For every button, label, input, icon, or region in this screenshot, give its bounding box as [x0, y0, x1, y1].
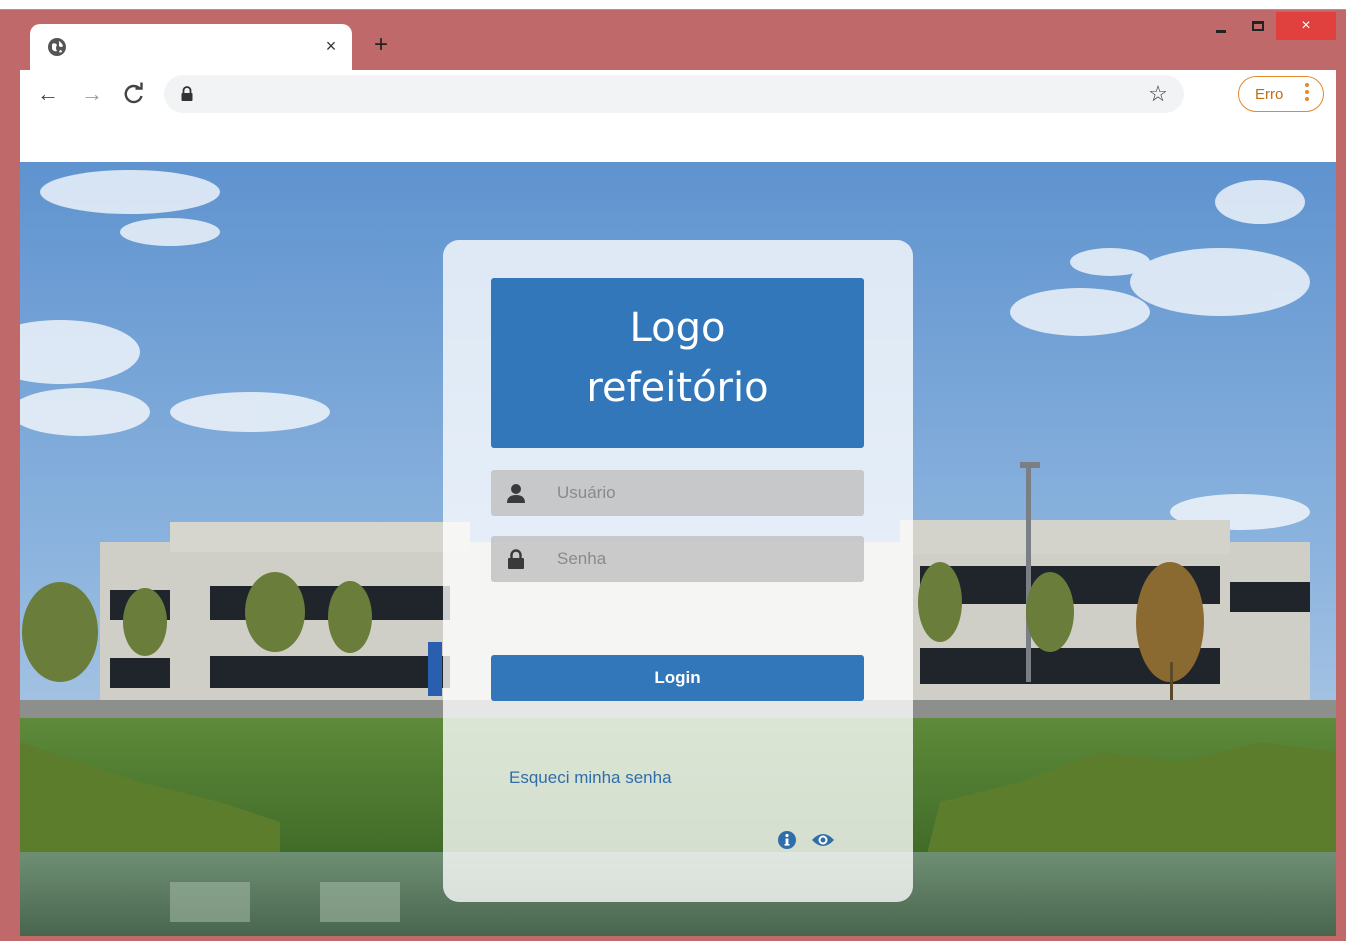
tab-close-button[interactable]: ×: [320, 35, 342, 57]
password-input[interactable]: [557, 536, 847, 582]
password-field[interactable]: [491, 536, 864, 582]
logo-line-2: refeitório: [586, 365, 769, 411]
username-field[interactable]: [491, 470, 864, 516]
lock-icon: [508, 549, 524, 569]
login-card: Logo refeitório Login Esqueci minha senh…: [443, 240, 913, 902]
user-icon: [507, 484, 525, 503]
page-viewport: Logo refeitório Login Esqueci minha senh…: [20, 162, 1336, 936]
lock-icon: [181, 86, 193, 101]
login-button[interactable]: Login: [491, 655, 864, 701]
reload-button[interactable]: [120, 80, 148, 108]
error-chip-button[interactable]: Erro: [1238, 76, 1324, 112]
bookmark-star-icon[interactable]: ☆: [1146, 82, 1170, 106]
browser-window: × + × ← → ☆ Erro Logo refeitório Usuário…: [0, 0, 1346, 941]
back-button[interactable]: ←: [34, 80, 62, 108]
kebab-menu-icon: [1305, 83, 1309, 104]
top-strip-divider: [0, 9, 1346, 10]
globe-icon: [48, 38, 66, 56]
browser-tab[interactable]: ×: [30, 24, 352, 70]
username-input[interactable]: [557, 470, 847, 516]
error-chip-label: Erro: [1255, 86, 1284, 103]
info-icon[interactable]: [777, 830, 797, 850]
address-bar[interactable]: ☆: [164, 75, 1184, 113]
logo-placeholder: Logo refeitório: [491, 278, 864, 448]
bookmark-bar: [20, 118, 1336, 162]
new-tab-button[interactable]: +: [368, 32, 394, 58]
eye-icon[interactable]: [811, 830, 835, 850]
browser-toolbar: ← → ☆ Erro: [20, 70, 1336, 118]
reload-icon: [124, 82, 143, 104]
maximize-button[interactable]: [1244, 14, 1270, 40]
forgot-password-link[interactable]: Esqueci minha senha: [509, 768, 672, 788]
minimize-button[interactable]: [1208, 14, 1234, 40]
forward-button[interactable]: →: [78, 80, 106, 108]
maximize-icon: [1252, 21, 1264, 31]
minimize-icon: [1216, 30, 1226, 33]
window-close-button[interactable]: ×: [1276, 12, 1336, 40]
logo-line-1: Logo: [629, 305, 726, 351]
